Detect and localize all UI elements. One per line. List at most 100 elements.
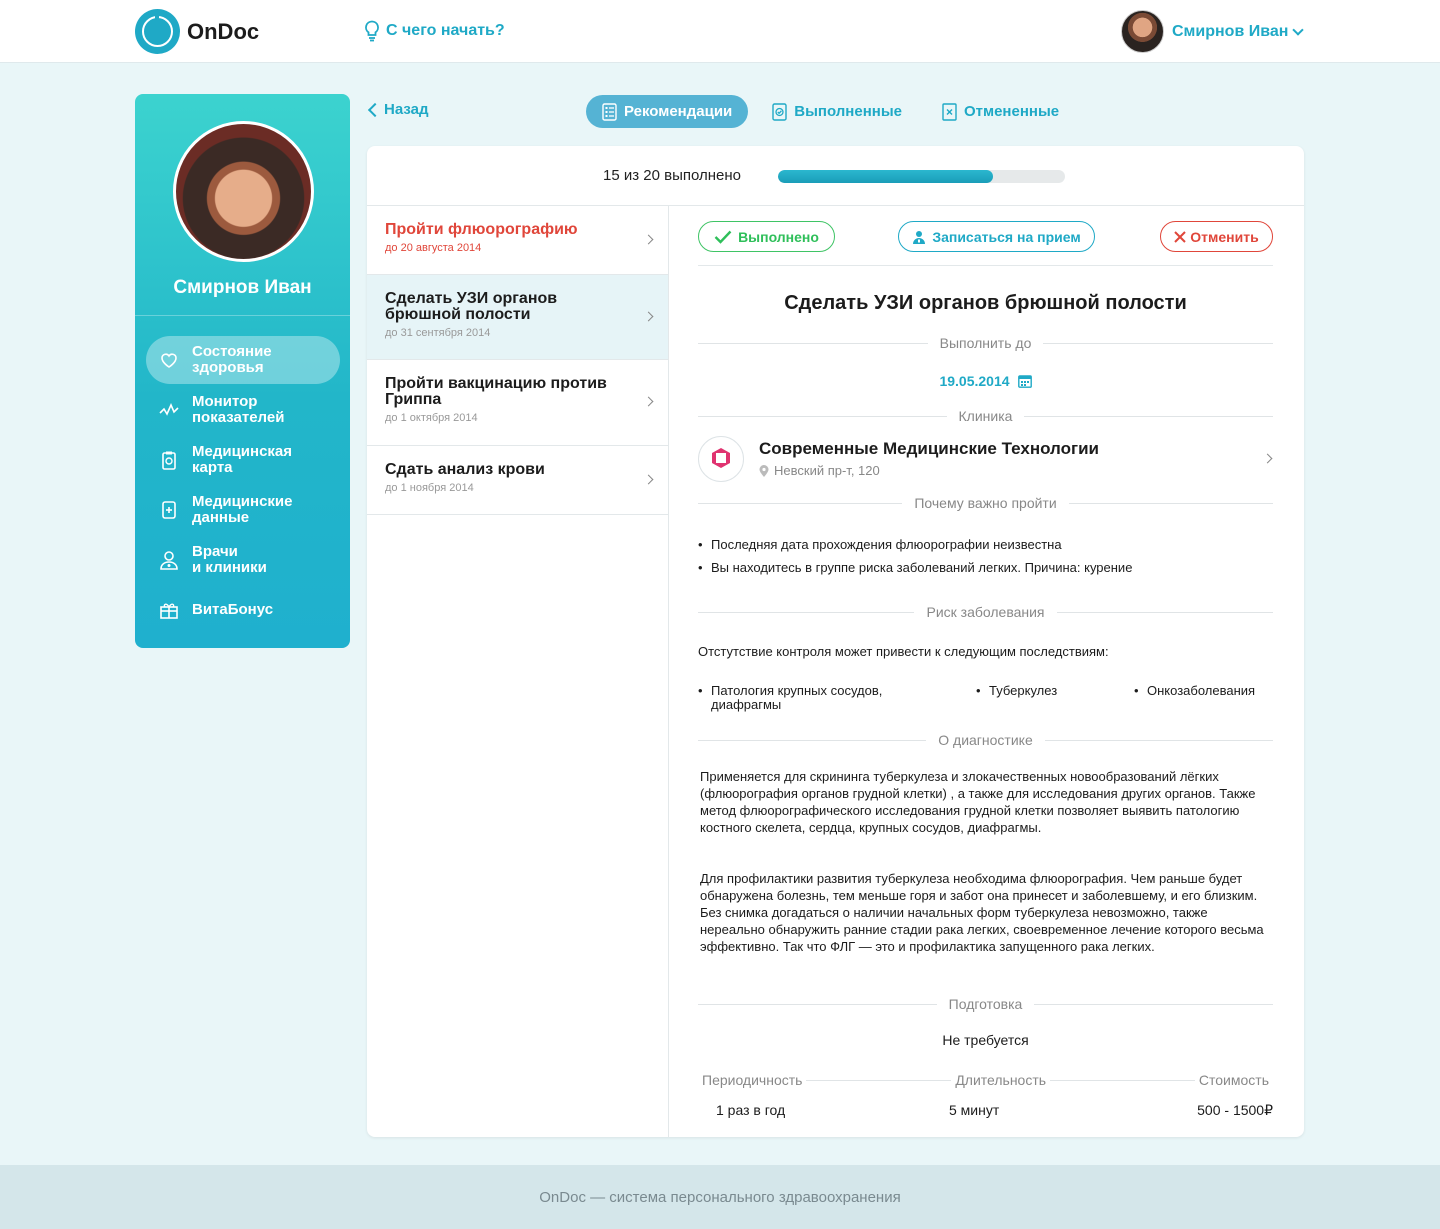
back-link[interactable]: Назад: [366, 101, 428, 118]
list-item[interactable]: Пройти флюорографию до 20 августа 2014: [367, 206, 668, 275]
sidebar-item-monitor[interactable]: Монитор показателей: [146, 386, 340, 434]
user-name: Смирнов Иван: [1172, 22, 1289, 40]
chevron-right-icon: [643, 234, 654, 245]
tab-recommendations[interactable]: Рекомендации: [586, 95, 749, 128]
x-document-icon: [942, 102, 957, 121]
list-item[interactable]: Сдать анализ крови до 1 ноября 2014: [367, 446, 668, 515]
logo-text: OnDoc: [187, 18, 260, 44]
due-date-picker[interactable]: 19.05.2014: [698, 373, 1273, 389]
cost-label: Стоимость: [1194, 1072, 1273, 1088]
risk-list: Патология крупных сосудов, диафрагмы Туб…: [698, 684, 1273, 724]
list-item: Вы находитесь в группе риска заболеваний…: [698, 560, 1132, 576]
tab-completed[interactable]: Выполненные: [756, 95, 918, 128]
list-item-title: Сдать анализ крови: [385, 461, 545, 478]
risk-label: Риск заболевания: [914, 604, 1057, 620]
stats-row: Периодичность Длительность Стоимость 1 р…: [698, 1072, 1273, 1122]
sidebar-item-label: Медицинские: [192, 493, 293, 510]
profile-name: Смирнов Иван: [173, 277, 312, 298]
clinic-card[interactable]: Современные Медицинские Технологии Невск…: [698, 436, 1273, 482]
chevron-right-icon: [1262, 453, 1273, 464]
list-icon: [602, 102, 617, 121]
sidebar-item-doctors[interactable]: Врачи и клиники: [146, 536, 340, 584]
list-item-date: до 31 сентября 2014: [385, 327, 491, 339]
list-item-date: до 20 августа 2014: [385, 242, 482, 254]
why-list: Последняя дата прохождения флюорографии …: [698, 537, 1132, 583]
logo[interactable]: OnDoc: [135, 9, 259, 54]
avatar: [1121, 10, 1164, 53]
sidebar-item-health[interactable]: Состояние здоровья: [146, 336, 340, 384]
section-divider: Подготовка: [698, 996, 1273, 1012]
about-paragraph: Применяется для скрининга туберкулеза и …: [700, 769, 1256, 835]
prep-value: Не требуется: [942, 1032, 1029, 1048]
recommendation-detail: Выполнено Записаться на прием Отменить С…: [698, 206, 1273, 1118]
doctor-icon: [913, 230, 926, 244]
book-appointment-button[interactable]: Записаться на прием: [898, 221, 1095, 252]
calendar-icon: [1017, 375, 1032, 388]
book-appointment-label: Записаться на прием: [932, 228, 1081, 245]
getting-started-label: С чего начать?: [386, 22, 505, 39]
sidebar-item-label: показателей: [192, 409, 285, 426]
progress-bar: [778, 170, 1065, 183]
section-divider: Риск заболевания: [698, 604, 1273, 620]
sidebar-item-vitabonus[interactable]: ВитаБонус: [146, 586, 340, 634]
sidebar-item-label: и клиники: [192, 559, 267, 576]
chevron-right-icon: [643, 474, 654, 485]
cancel-button[interactable]: Отменить: [1160, 221, 1273, 252]
recommendation-list: Пройти флюорографию до 20 августа 2014 С…: [367, 206, 669, 1137]
clinic-address: Невский пр-т, 120: [759, 463, 880, 478]
mark-done-button[interactable]: Выполнено: [698, 221, 835, 252]
location-pin-icon: [759, 464, 769, 477]
sidebar-item-label: Медицинская: [192, 443, 293, 460]
list-item-date: до 1 октября 2014: [385, 412, 478, 424]
clinic-logo: [698, 436, 744, 482]
gift-icon: [160, 603, 178, 619]
recommendations-card: 15 из 20 выполнено Пройти флюорографию д…: [367, 146, 1304, 1137]
due-label: Выполнить до: [927, 335, 1044, 351]
sidebar-item-medical-data[interactable]: Медицинские данные: [146, 486, 340, 534]
section-divider: О диагностике: [698, 732, 1273, 748]
pulse-icon: [159, 403, 179, 416]
clipboard-icon: [162, 451, 176, 470]
about-label: О диагностике: [926, 732, 1045, 748]
periodicity-label: Периодичность: [698, 1072, 807, 1088]
action-bar: Выполнено Записаться на прием Отменить: [698, 206, 1273, 266]
check-document-icon: [772, 102, 787, 121]
periodicity-value: 1 раз в год: [716, 1102, 786, 1118]
due-date: 19.05.2014: [939, 373, 1010, 389]
duration-label: Длительность: [951, 1072, 1051, 1088]
sidebar-item-medical-card[interactable]: Медицинская карта: [146, 436, 340, 484]
risk-item: Онкозаболевания: [1134, 684, 1255, 699]
tab-cancelled[interactable]: Отмененные: [926, 95, 1075, 128]
stat-labels: Периодичность Длительность Стоимость: [698, 1072, 1273, 1088]
why-label: Почему важно пройти: [902, 495, 1069, 511]
sidebar-item-label: данные: [192, 509, 250, 526]
sidebar-item-label: Монитор: [192, 393, 258, 410]
risk-intro: Отстутствие контроля может привести к сл…: [698, 644, 1109, 659]
duration-value: 5 минут: [949, 1102, 1000, 1118]
sidebar-item-label: ВитаБонус: [192, 601, 274, 618]
sidebar: Смирнов Иван Состояние здоровья Монитор по…: [135, 94, 350, 648]
section-divider: Выполнить до: [698, 335, 1273, 351]
list-item-title: Сделать УЗИ органов брюшной полости: [385, 290, 558, 323]
clinic-name: Современные Медицинские Технологии: [759, 439, 1099, 458]
top-header: OnDoc С чего начать? Смирнов Иван: [0, 0, 1440, 63]
clinic-address-text: Невский пр-т, 120: [774, 463, 880, 478]
tab-label: Отмененные: [963, 103, 1060, 120]
file-plus-icon: [162, 501, 176, 519]
user-menu[interactable]: Смирнов Иван: [1121, 10, 1305, 53]
cost-value: 500 - 1500₽: [1197, 1102, 1273, 1118]
footer-text: OnDoc — система персонального здравоохра…: [539, 1188, 901, 1206]
list-item-title: Пройти вакцинацию против Гриппа: [385, 375, 607, 408]
risk-item: Патология крупных сосудов, диафрагмы: [698, 684, 928, 712]
list-item[interactable]: Пройти вакцинацию против Гриппа до 1 окт…: [367, 360, 668, 446]
section-divider: Почему важно пройти: [698, 495, 1273, 511]
doctor-icon: [160, 551, 178, 570]
list-item-title: Пройти флюорографию: [385, 221, 578, 238]
tabs: Рекомендации Выполненные Отмененные: [586, 95, 1083, 128]
getting-started-link[interactable]: С чего начать?: [364, 20, 505, 42]
heart-icon: [161, 353, 177, 368]
prep-label: Подготовка: [936, 996, 1035, 1012]
sidebar-menu: Состояние здоровья Монитор показателей Мед…: [146, 336, 340, 636]
section-divider: Клиника: [698, 408, 1273, 424]
list-item[interactable]: Сделать УЗИ органов брюшной полости до 3…: [367, 275, 668, 360]
